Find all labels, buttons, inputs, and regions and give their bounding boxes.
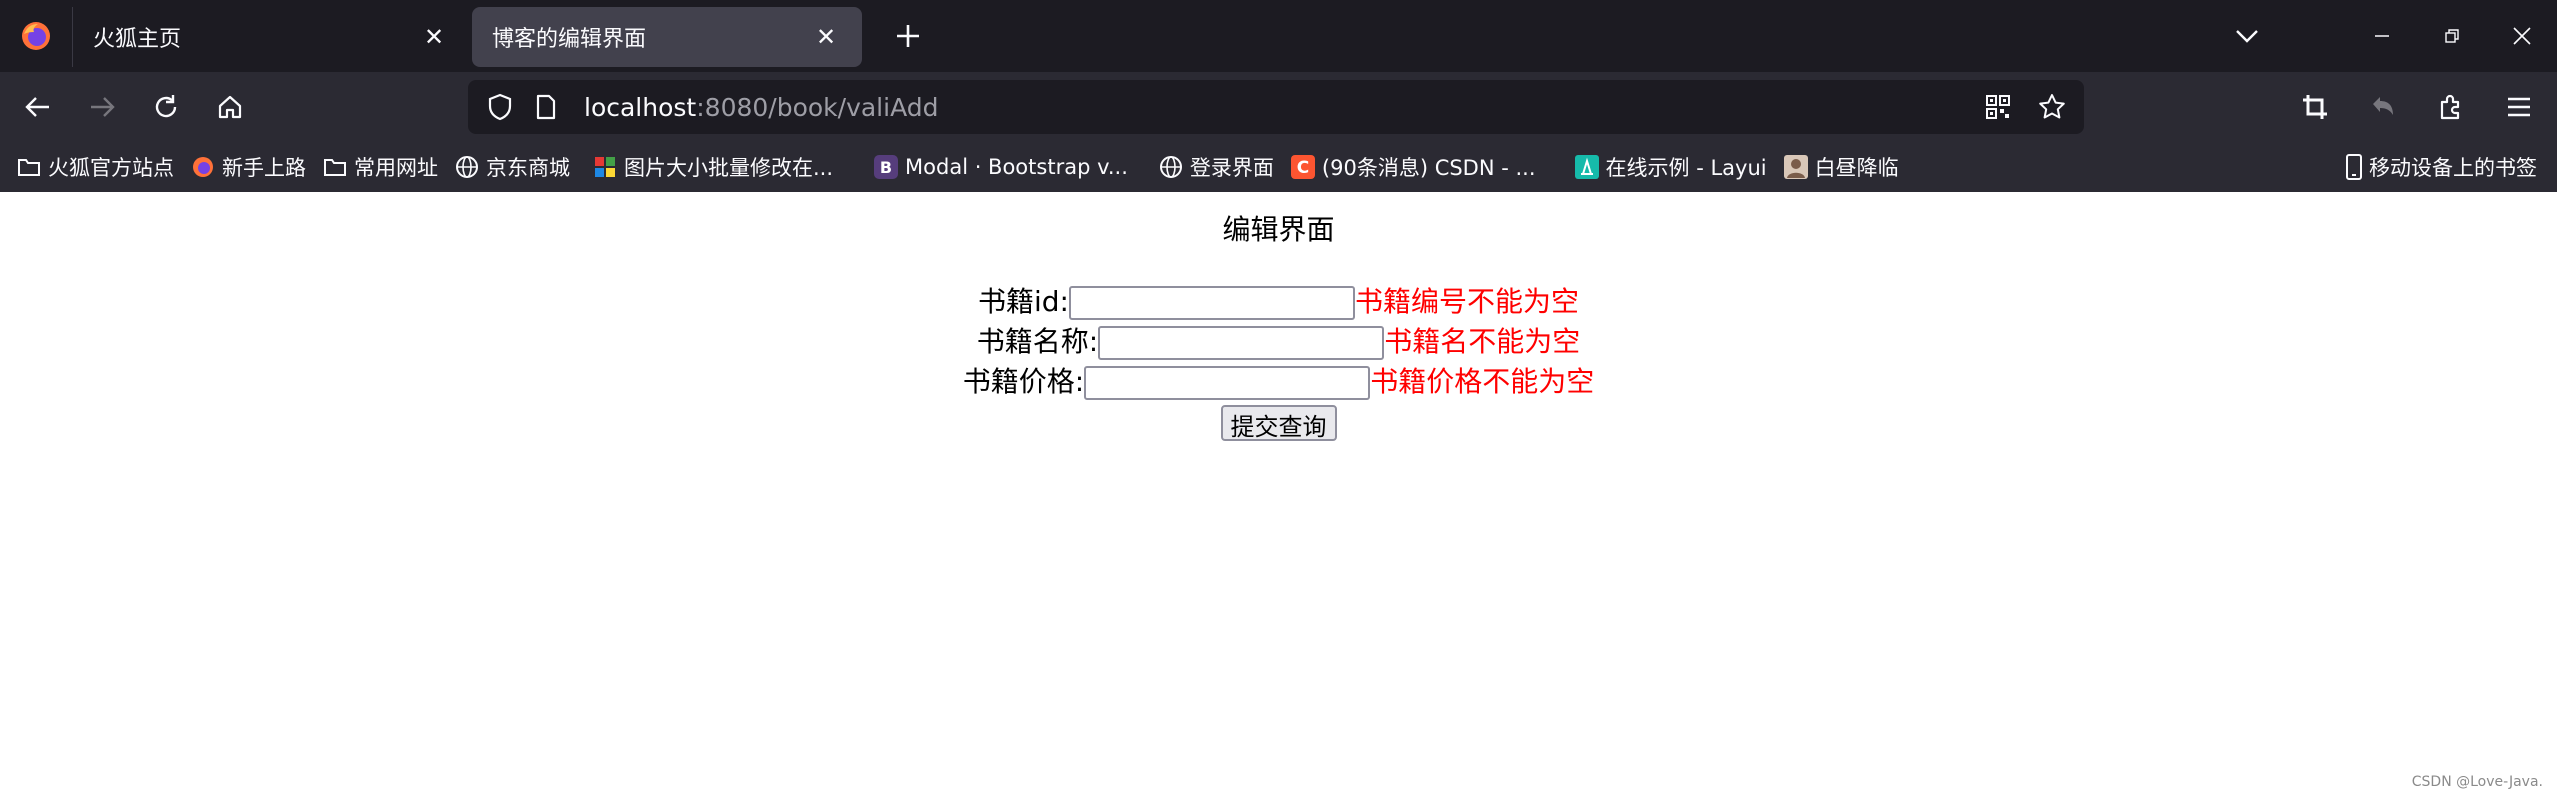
csdn-icon: C — [1290, 154, 1316, 180]
extensions-button[interactable] — [2421, 77, 2481, 137]
bookmark-label: 白昼降临 — [1814, 156, 1899, 180]
restore-icon — [2445, 29, 2459, 43]
list-all-tabs-button[interactable] — [2217, 6, 2277, 66]
bookmark-item[interactable]: C (90条消息) CSDN - ... — [1282, 147, 1544, 187]
book-name-input[interactable] — [1098, 326, 1385, 360]
submit-query-button[interactable]: 提交查询 — [1220, 405, 1337, 441]
bookmark-label: 火狐官方站点 — [48, 156, 174, 180]
new-tab-button[interactable] — [878, 6, 938, 66]
bookmark-label: (90条消息) CSDN - ... — [1321, 156, 1536, 180]
firefox-icon[interactable] — [0, 0, 72, 72]
home-button[interactable] — [200, 77, 260, 137]
form-row-book-name: 书籍名称: 书籍名不能为空 — [0, 322, 2557, 362]
bookmark-label: 在线示例 - Layui — [1605, 156, 1767, 180]
restore-button[interactable] — [2417, 0, 2487, 72]
qr-code-icon[interactable] — [1976, 85, 2020, 129]
book-id-error: 书籍编号不能为空 — [1354, 285, 1579, 318]
folder-icon — [322, 154, 348, 180]
menu-button[interactable] — [2489, 77, 2549, 137]
folder-icon — [16, 154, 42, 180]
tab-title: 火狐主页 — [93, 27, 182, 52]
home-icon — [218, 95, 242, 119]
url-text[interactable]: localhost:8080/book/valiAdd — [584, 93, 938, 122]
mobile-bookmarks-label: 移动设备上的书签 — [2369, 156, 2537, 180]
avatar-icon — [1783, 154, 1809, 180]
shield-icon[interactable] — [478, 85, 522, 129]
bookmark-item[interactable]: 白昼降临 — [1775, 147, 1907, 187]
browser-window: 火狐主页 ✕ 博客的编辑界面 ✕ localhost:8080/book/val… — [0, 0, 2557, 800]
bookmark-item[interactable]: 登录界面 — [1150, 147, 1282, 187]
bookmark-item[interactable]: 火狐官方站点 — [8, 147, 182, 187]
bookmark-item[interactable]: 京东商城 — [446, 147, 578, 187]
bookmark-label: 图片大小批量修改在... — [624, 156, 834, 180]
firefox-icon — [190, 154, 216, 180]
bookmark-label: 新手上路 — [222, 156, 306, 180]
globe-icon — [1158, 154, 1184, 180]
layui-icon — [1574, 154, 1600, 180]
book-name-label: 书籍名称: — [976, 325, 1099, 358]
book-price-label: 书籍价格: — [962, 365, 1085, 398]
bookmark-item[interactable]: 新手上路 — [182, 147, 314, 187]
svg-text:C: C — [1297, 158, 1309, 178]
watermark: CSDN @Love-Java. — [2411, 774, 2543, 790]
chevron-down-icon — [2236, 30, 2258, 43]
bookmark-label: 登录界面 — [1189, 156, 1274, 180]
book-name-error: 书籍名不能为空 — [1384, 325, 1581, 358]
colorful-squares-icon — [592, 154, 618, 180]
book-id-input[interactable] — [1068, 286, 1355, 320]
url-bar[interactable]: localhost:8080/book/valiAdd — [468, 80, 2084, 134]
navigation-toolbar: localhost:8080/book/valiAdd — [0, 72, 2557, 142]
form-row-submit: 提交查询 — [0, 402, 2557, 442]
bootstrap-icon: B — [873, 154, 899, 180]
tab-home[interactable]: 火狐主页 ✕ — [72, 7, 470, 67]
svg-text:B: B — [880, 158, 892, 177]
book-id-label: 书籍id: — [977, 285, 1069, 318]
tab-title: 博客的编辑界面 — [492, 27, 647, 52]
url-host: localhost — [584, 92, 697, 122]
tab-edit-page[interactable]: 博客的编辑界面 ✕ — [472, 7, 862, 67]
page-title: 编辑界面 — [1222, 213, 1335, 246]
url-path: :8080/book/valiAdd — [696, 92, 939, 122]
minimize-icon — [2375, 35, 2389, 37]
bookmark-label: 常用网址 — [354, 156, 438, 180]
star-icon[interactable] — [2030, 85, 2074, 129]
arrow-left-icon — [25, 97, 49, 117]
hamburger-menu-icon — [2508, 97, 2530, 117]
tab-strip: 火狐主页 ✕ 博客的编辑界面 ✕ — [0, 0, 2557, 72]
undo-icon — [2373, 97, 2393, 115]
bookmark-item[interactable]: 在线示例 - Layui — [1566, 147, 1775, 187]
book-edit-form: 书籍id: 书籍编号不能为空 书籍名称: 书籍名不能为空 书籍价格: 书籍价格不能为空… — [0, 282, 2557, 442]
bookmark-item[interactable]: B Modal · Bootstrap v... — [865, 147, 1136, 187]
back-button[interactable] — [8, 77, 68, 137]
undo-button[interactable] — [2353, 77, 2413, 137]
reload-button[interactable] — [136, 77, 196, 137]
page-content: 编辑界面 书籍id: 书籍编号不能为空 书籍名称: 书籍名不能为空 书籍价格: 书籍价… — [0, 192, 2557, 800]
minimize-button[interactable] — [2347, 0, 2417, 72]
book-price-input[interactable] — [1084, 366, 1371, 400]
reload-icon — [155, 95, 177, 118]
puzzle-icon — [2440, 94, 2460, 120]
close-icon[interactable]: ✕ — [420, 23, 448, 51]
arrow-right-icon — [91, 97, 115, 117]
page-icon[interactable] — [524, 85, 568, 129]
form-row-book-price: 书籍价格: 书籍价格不能为空 — [0, 362, 2557, 402]
close-icon[interactable]: ✕ — [812, 23, 840, 51]
bookmark-label: Modal · Bootstrap v... — [905, 155, 1128, 179]
globe-icon — [454, 154, 480, 180]
plus-icon — [897, 25, 919, 47]
mobile-device-icon — [2341, 154, 2367, 180]
bookmark-item[interactable]: 常用网址 — [314, 147, 446, 187]
book-price-error: 书籍价格不能为空 — [1370, 365, 1595, 398]
bookmark-label: 京东商城 — [486, 156, 570, 180]
bookmark-item[interactable]: 图片大小批量修改在... — [584, 147, 841, 187]
screenshot-crop-button[interactable] — [2285, 77, 2345, 137]
crop-icon — [2303, 95, 2327, 119]
forward-button[interactable] — [72, 77, 132, 137]
close-window-button[interactable] — [2487, 0, 2557, 72]
form-row-book-id: 书籍id: 书籍编号不能为空 — [0, 282, 2557, 322]
close-icon — [2513, 27, 2531, 45]
bookmarks-toolbar: 火狐官方站点 新手上路 常用网址 京东商城 图片大小批量修改在... B Mod… — [0, 142, 2557, 192]
mobile-bookmarks[interactable]: 移动设备上的书签 — [2333, 147, 2545, 187]
